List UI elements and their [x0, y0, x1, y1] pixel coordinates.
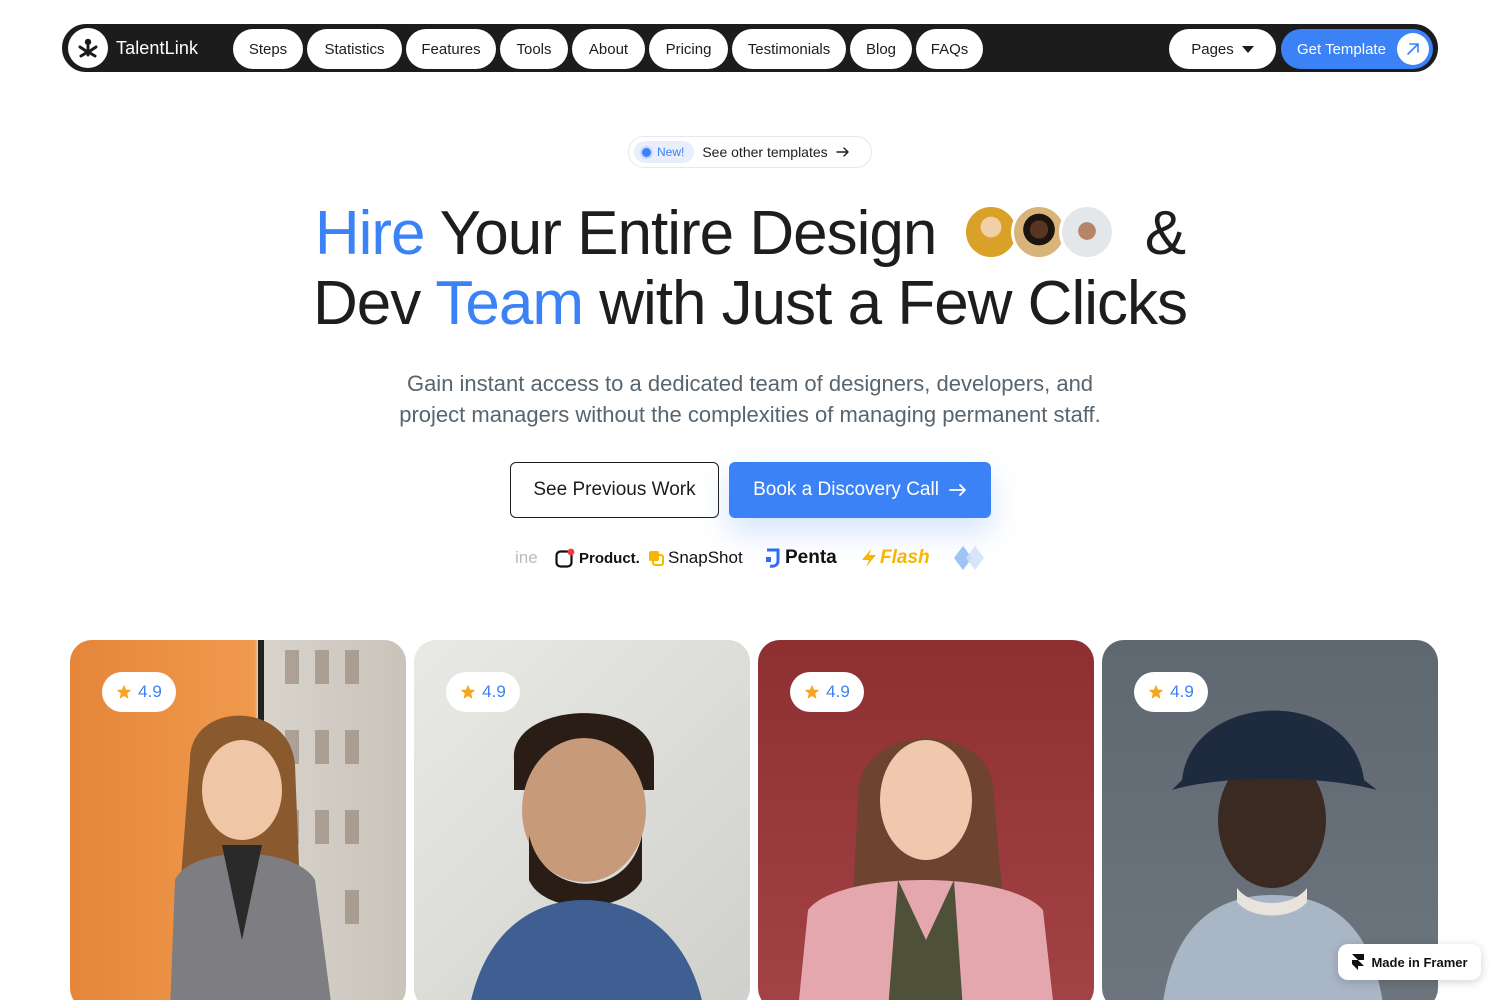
brand[interactable]: TalentLink: [68, 28, 198, 68]
pages-label: Pages: [1191, 40, 1234, 58]
penta-logo-icon: [766, 548, 780, 568]
arrow-right-icon: [835, 146, 850, 158]
nav-item-testimonials[interactable]: Testimonials: [732, 29, 846, 69]
client-logo-product: Product.: [555, 544, 640, 572]
pages-dropdown[interactable]: Pages: [1169, 29, 1276, 69]
talent-card[interactable]: 4.9: [758, 640, 1094, 1000]
diamond-logo-icon: [954, 546, 984, 570]
book-discovery-call-button[interactable]: Book a Discovery Call: [729, 462, 991, 518]
nav-item-tools[interactable]: Tools: [500, 29, 568, 69]
talentlink-logo-icon: [68, 28, 108, 68]
client-logo-penta: Penta: [765, 544, 837, 572]
badge-text: See other templates: [702, 144, 828, 160]
arrow-right-icon: [949, 484, 966, 496]
logo-text: ine: [515, 548, 538, 567]
brand-name: TalentLink: [116, 37, 199, 58]
avatar: [1058, 204, 1115, 260]
star-icon: [1148, 684, 1164, 699]
top-navbar: TalentLink Steps Statistics Features Too…: [62, 24, 1438, 72]
hero-title-line2: Dev Team with Just a Few Clicks: [0, 268, 1500, 339]
rating-value: 4.9: [482, 682, 506, 701]
framer-badge-label: Made in Framer: [1371, 954, 1468, 970]
arrow-up-right-icon: [1397, 33, 1429, 65]
client-logo-diamond: [954, 544, 986, 572]
dot-icon: [642, 147, 651, 157]
client-logo-snapshot: SnapShot: [648, 544, 743, 572]
hero-subtitle: project managers without the complexitie…: [399, 402, 1101, 427]
nav-item-features[interactable]: Features: [406, 29, 496, 69]
nav-item-about[interactable]: About: [572, 29, 645, 69]
nav-item-statistics[interactable]: Statistics: [307, 29, 402, 69]
product-logo-icon: [555, 548, 575, 568]
lightning-icon: [862, 549, 876, 567]
rating-value: 4.9: [1170, 682, 1194, 701]
star-icon: [804, 684, 820, 699]
logo-text: SnapShot: [668, 548, 743, 567]
rating-badge: 4.9: [790, 672, 864, 712]
hero-ampersand: &: [1144, 199, 1186, 268]
hero-title-text: with Just a Few Clicks: [582, 269, 1188, 338]
nav-item-faqs[interactable]: FAQs: [916, 29, 983, 69]
client-logo-flash: Flash: [860, 544, 930, 572]
get-template-button[interactable]: Get Template: [1281, 29, 1433, 69]
nav-item-pricing[interactable]: Pricing: [649, 29, 728, 69]
client-logo: ine: [515, 544, 538, 572]
logo-text: Flash: [880, 547, 930, 568]
made-in-framer-badge[interactable]: Made in Framer: [1338, 944, 1481, 980]
get-template-label: Get Template: [1297, 40, 1386, 58]
hero-title-line1: Hire Your Entire Design &: [0, 198, 1500, 269]
new-label: New!: [657, 145, 685, 159]
caret-down-icon: [1241, 45, 1254, 53]
nav-item-steps[interactable]: Steps: [233, 29, 303, 69]
star-icon: [460, 684, 476, 699]
hero-highlight-team: Team: [435, 269, 584, 338]
team-avatars: [962, 202, 1119, 262]
logo-text: Penta: [785, 547, 837, 568]
rating-badge: 4.9: [1134, 672, 1208, 712]
logo-text: Product.: [579, 549, 640, 567]
rating-value: 4.9: [138, 682, 162, 701]
see-previous-work-button[interactable]: See Previous Work: [510, 462, 719, 518]
nav-item-blog[interactable]: Blog: [850, 29, 912, 69]
see-templates-badge[interactable]: New! See other templates: [628, 136, 872, 168]
hero-title-text: Your Entire Design: [424, 199, 938, 268]
talent-card[interactable]: 4.9: [70, 640, 406, 1000]
rating-badge: 4.9: [102, 672, 176, 712]
star-icon: [116, 684, 132, 699]
rating-value: 4.9: [826, 682, 850, 701]
book-call-label: Book a Discovery Call: [753, 479, 939, 500]
new-tag: New!: [634, 141, 695, 163]
hero-title-text: Dev: [312, 269, 436, 338]
rating-badge: 4.9: [446, 672, 520, 712]
hero-highlight-hire: Hire: [314, 199, 426, 268]
hero-subtitle: Gain instant access to a dedicated team …: [406, 371, 1094, 396]
framer-logo-icon: [1352, 954, 1365, 970]
snapshot-logo-icon: [649, 551, 664, 566]
talent-card[interactable]: 4.9: [414, 640, 750, 1000]
